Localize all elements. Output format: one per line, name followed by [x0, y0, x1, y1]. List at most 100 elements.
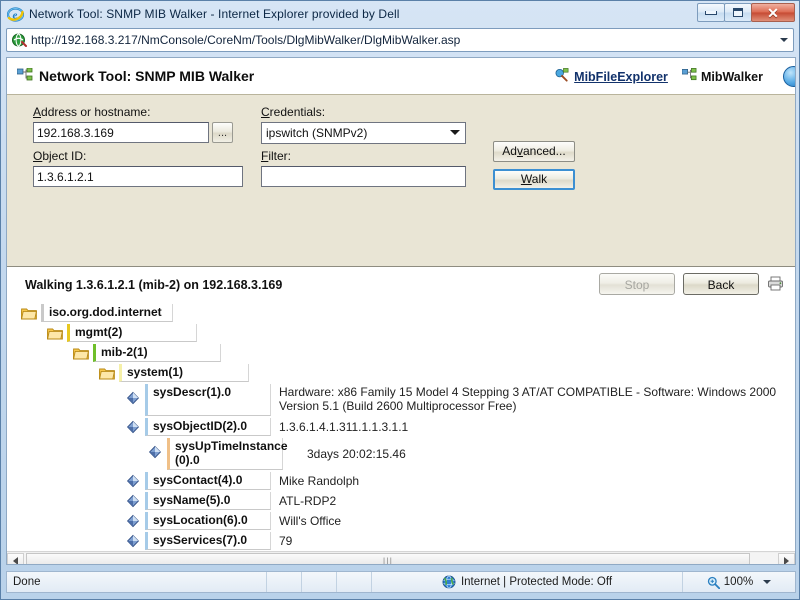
svg-text:e: e: [13, 9, 18, 21]
chevron-down-icon[interactable]: [763, 580, 771, 584]
tree-leaf-row[interactable]: sysObjectID(2).01.3.6.1.4.1.311.1.1.3.1.…: [7, 417, 795, 437]
browser-window: e Network Tool: SNMP MIB Walker - Intern…: [0, 0, 800, 600]
address-dropdown-button[interactable]: [775, 29, 793, 51]
title-bar: e Network Tool: SNMP MIB Walker - Intern…: [1, 1, 799, 27]
mib-walker-icon: [682, 68, 697, 85]
magnifier-icon: [707, 576, 720, 589]
chevron-down-icon: [780, 38, 788, 42]
mib-walker-label[interactable]: MibWalker: [701, 70, 763, 84]
walk-button[interactable]: Walk: [493, 169, 575, 190]
mib-file-explorer-icon: [555, 68, 570, 85]
page-content: Network Tool: SNMP MIB Walker MibFileExp…: [6, 57, 796, 565]
tree-node-value: 79: [271, 534, 292, 548]
scrollbar-thumb[interactable]: |||: [26, 553, 750, 566]
scroll-right-arrow-icon: [784, 557, 789, 565]
tree-node-label: system(1): [119, 364, 249, 382]
walk-status-text: Walking 1.3.6.1.2.1 (mib-2) on 192.168.3…: [25, 278, 282, 292]
oid-leaf-icon: [125, 494, 141, 508]
mib-file-explorer-link[interactable]: MibFileExplorer: [555, 68, 668, 85]
oid-leaf-icon: [125, 534, 141, 548]
objectid-input-field[interactable]: [33, 166, 243, 187]
tree-folder-row[interactable]: iso.org.dod.internet: [7, 303, 795, 323]
walk-button-accel: W: [521, 172, 532, 186]
status-message: Done: [7, 572, 267, 592]
tree-leaf-row[interactable]: sysLocation(6).0Will's Office: [7, 511, 795, 531]
tree-folder-row[interactable]: mib-2(1): [7, 343, 795, 363]
tree-node-label: sysServices(7).0: [145, 532, 271, 550]
mib-tree: iso.org.dod.internet mgmt(2)mib-2(1)syste…: [7, 303, 795, 565]
stop-button[interactable]: Stop: [599, 273, 675, 295]
credentials-label: Credentials:: [261, 105, 466, 119]
tree-leaf-row[interactable]: sysName(5).0ATL-RDP2: [7, 491, 795, 511]
address-input[interactable]: http://192.168.3.217/NmConsole/CoreNm/To…: [31, 33, 775, 47]
chevron-down-icon: [450, 130, 460, 135]
oid-leaf-icon: [125, 474, 141, 488]
objectid-field-group: Object ID:: [33, 149, 243, 187]
zoom-level-label: 100%: [724, 576, 753, 588]
window-controls: ✕: [698, 3, 795, 22]
tree-node-label: sysName(5).0: [145, 492, 271, 510]
tree-node-label: mgmt(2): [67, 324, 197, 342]
scroll-left-button[interactable]: [7, 553, 24, 566]
app-header: Network Tool: SNMP MIB Walker MibFileExp…: [7, 58, 795, 95]
credentials-select[interactable]: ipswitch (SNMPv2): [261, 122, 466, 144]
header-links: MibFileExplorer MibWalker: [555, 58, 795, 95]
zoom-control[interactable]: 100%: [683, 572, 795, 592]
address-input-field[interactable]: [33, 122, 209, 143]
tree-node-value: 3days 20:02:15.46: [283, 447, 406, 461]
filter-label-text: ilter:: [268, 149, 291, 163]
app-title-text: Network Tool: SNMP MIB Walker: [39, 68, 254, 84]
objectid-label: Object ID:: [33, 149, 243, 163]
walk-action-buttons: Stop Back: [599, 273, 785, 295]
scroll-right-button[interactable]: [778, 553, 795, 566]
tree-leaf-row[interactable]: sysServices(7).079: [7, 531, 795, 551]
status-cell-2: [302, 572, 337, 592]
network-tool-icon: [17, 68, 33, 85]
objectid-label-accel: O: [33, 149, 42, 163]
scrollbar-grip: |||: [383, 556, 393, 566]
oid-leaf-icon: [125, 391, 141, 405]
page-title: Network Tool: SNMP MIB Walker: [17, 68, 254, 85]
help-icon[interactable]: [783, 66, 796, 87]
minimize-button[interactable]: [697, 3, 725, 22]
close-button[interactable]: ✕: [751, 3, 795, 22]
tree-leaf-row[interactable]: sysContact(4).0Mike Randolph: [7, 471, 795, 491]
advanced-button-pre: Ad: [502, 144, 517, 158]
oid-leaf-icon: [125, 420, 141, 434]
address-label-accel: A: [33, 105, 41, 119]
folder-icon: [99, 366, 115, 380]
advanced-button[interactable]: Advanced...: [493, 141, 575, 162]
tree-folder-row[interactable]: system(1): [7, 363, 795, 383]
printer-icon[interactable]: [767, 276, 785, 292]
scroll-left-arrow-icon: [13, 557, 18, 565]
tree-leaf-row[interactable]: sysUpTimeInstance (0).03days 20:02:15.46: [7, 437, 795, 471]
credentials-label-text: redentials:: [270, 105, 325, 119]
tree-node-label: iso.org.dod.internet: [41, 304, 173, 322]
mib-walker-link[interactable]: MibWalker: [682, 68, 763, 85]
tree-leaf-row[interactable]: sysDescr(1).0Hardware: x86 Family 15 Mod…: [7, 383, 795, 417]
security-zone[interactable]: Internet | Protected Mode: Off: [372, 572, 683, 592]
maximize-button[interactable]: [724, 3, 752, 22]
tree-node-value: 1.3.6.1.4.1.311.1.1.3.1.1: [271, 420, 408, 434]
tree-node-value: Hardware: x86 Family 15 Model 4 Stepping…: [271, 384, 781, 413]
address-bar[interactable]: http://192.168.3.217/NmConsole/CoreNm/To…: [6, 28, 794, 52]
scrollbar-track[interactable]: |||: [24, 553, 778, 566]
folder-icon: [21, 306, 37, 320]
tree-node-label: sysLocation(6).0: [145, 512, 271, 530]
folder-icon: [73, 346, 89, 360]
back-button[interactable]: Back: [683, 273, 759, 295]
address-browse-button[interactable]: ...: [212, 122, 233, 143]
mib-file-explorer-label[interactable]: MibFileExplorer: [574, 70, 668, 84]
tree-node-label: sysUpTimeInstance (0).0: [167, 438, 283, 470]
form-action-buttons: Advanced... Walk: [493, 141, 575, 190]
internet-globe-icon: [442, 575, 456, 589]
window-title: Network Tool: SNMP MIB Walker - Internet…: [29, 7, 400, 21]
horizontal-scrollbar[interactable]: |||: [7, 551, 795, 565]
oid-leaf-icon: [147, 445, 163, 459]
credentials-select-value[interactable]: ipswitch (SNMPv2): [261, 122, 466, 144]
tree-node-value: Mike Randolph: [271, 474, 359, 488]
tree-folder-row[interactable]: mgmt(2): [7, 323, 795, 343]
tree-node-value: Will's Office: [271, 514, 341, 528]
filter-input-field[interactable]: [261, 166, 466, 187]
oid-leaf-icon: [125, 514, 141, 528]
